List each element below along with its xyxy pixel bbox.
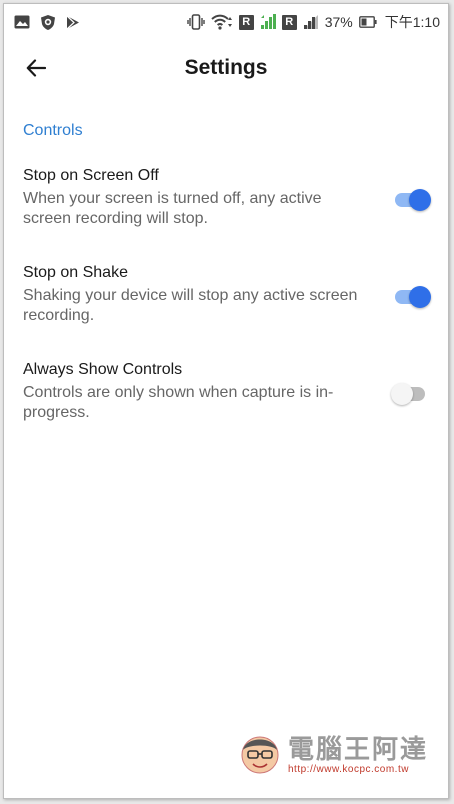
stop-on-screen-off-toggle[interactable] (395, 188, 431, 212)
phone-screen: R R 37% 下午1:10 Settings Controls Stop on (3, 3, 449, 799)
status-time: 下午1:10 (384, 14, 440, 30)
status-right-icons: R R 37% 下午1:10 (187, 12, 440, 32)
vibrate-icon (187, 14, 205, 30)
wifi-icon (211, 14, 233, 30)
watermark-text-block: 電腦王阿達 http://www.kocpc.com.tw (288, 734, 428, 775)
setting-summary: Shaking your device will stop any active… (23, 287, 358, 324)
roaming-badge: R (238, 14, 254, 30)
watermark: 電腦王阿達 http://www.kocpc.com.tw (238, 732, 428, 776)
watermark-text: 電腦王阿達 (287, 733, 428, 764)
toggle-thumb (409, 189, 431, 211)
setting-title: Stop on Screen Off (23, 167, 159, 184)
play-store-icon (66, 15, 80, 30)
watermark-url: http://www.kocpc.com.tw (287, 763, 409, 775)
page-title: Settings (184, 56, 268, 79)
setting-stop-on-screen-off[interactable]: Stop on Screen Off When your screen is t… (23, 166, 443, 229)
section-header-controls: Controls (23, 122, 83, 139)
stop-on-shake-toggle[interactable] (395, 285, 431, 309)
mascot-face-icon (241, 736, 279, 774)
battery-icon (358, 16, 377, 28)
setting-summary: Controls are only shown when capture is … (23, 384, 334, 421)
status-left-icons (14, 14, 80, 31)
signal-icon-2 (303, 14, 319, 30)
toggle-thumb (391, 383, 413, 405)
image-icon (14, 15, 30, 29)
signal-icon (260, 14, 276, 30)
battery-percent: 37% (324, 14, 353, 30)
always-show-controls-toggle[interactable] (391, 382, 429, 406)
setting-always-show-controls[interactable]: Always Show Controls Controls are only s… (23, 360, 443, 423)
setting-title: Always Show Controls (23, 361, 183, 378)
app-bar: Settings (4, 40, 448, 96)
roaming-badge-2: R (281, 14, 297, 30)
toggle-thumb (409, 286, 431, 308)
setting-summary: When your screen is turned off, any acti… (23, 190, 322, 227)
setting-title: Stop on Shake (23, 264, 128, 281)
shield-icon (40, 14, 56, 31)
setting-stop-on-shake[interactable]: Stop on Shake Shaking your device will s… (23, 263, 443, 326)
status-bar: R R 37% 下午1:10 (4, 4, 448, 40)
